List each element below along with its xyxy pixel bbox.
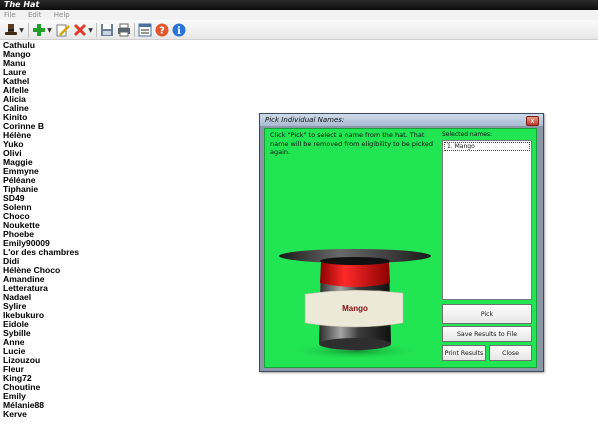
list-item[interactable]: 1. Mango: [444, 142, 530, 151]
info-icon: i: [172, 23, 186, 37]
save-icon: [101, 24, 113, 36]
save-button[interactable]: [99, 22, 115, 38]
menu-file[interactable]: File: [4, 10, 16, 20]
add-name-button[interactable]: ▼: [31, 22, 53, 38]
hat-icon: [5, 24, 18, 35]
dialog-body: Click "Pick" to select a name from the h…: [264, 128, 537, 368]
help-icon: ?: [155, 23, 169, 37]
save-results-button[interactable]: Save Results to File: [442, 326, 532, 342]
svg-text:?: ?: [159, 26, 165, 37]
names-list: Cathulu Mango Manu Laure Kathel Aifelle Alicia…: [3, 41, 79, 419]
list-button[interactable]: [137, 22, 153, 38]
svg-text:i: i: [177, 26, 181, 37]
app-title: The Hat: [4, 0, 40, 9]
app-title-bar: The Hat: [0, 0, 598, 10]
print-button[interactable]: [116, 22, 132, 38]
info-button[interactable]: i: [171, 22, 187, 38]
delete-icon: [74, 23, 87, 37]
help-button[interactable]: ?: [154, 22, 170, 38]
edit-button[interactable]: [55, 22, 71, 38]
dialog-close-button[interactable]: x: [526, 116, 539, 126]
dialog-title: Pick Individual Names:: [260, 114, 543, 126]
chevron-down-icon: ▼: [19, 26, 24, 34]
pick-names-dialog: Pick Individual Names: x Click "Pick" to…: [259, 113, 544, 372]
toolbar: ▼ ▼ ▼ ? i: [0, 20, 598, 40]
chevron-down-icon: ▼: [88, 26, 93, 34]
list-icon: [138, 23, 152, 37]
instructions-text: Click "Pick" to select a name from the h…: [270, 131, 434, 156]
hat-name-label: Mango: [342, 304, 368, 313]
close-button[interactable]: Close: [489, 345, 532, 361]
selected-names-list[interactable]: 1. Mango: [442, 140, 532, 300]
selected-names-label: Selected names:: [442, 131, 493, 138]
list-item[interactable]: Kerve: [3, 410, 79, 419]
pick-button[interactable]: Pick: [442, 304, 532, 324]
print-icon: [118, 23, 130, 37]
delete-button[interactable]: ▼: [72, 22, 94, 38]
menu-help[interactable]: Help: [54, 10, 70, 20]
menu-edit[interactable]: Edit: [28, 10, 42, 20]
edit-icon: [56, 24, 70, 37]
print-results-button[interactable]: Print Results: [442, 345, 486, 361]
hat-image: Mango: [279, 249, 431, 359]
hat-button[interactable]: ▼: [2, 22, 26, 38]
menu-bar: File Edit Help: [0, 10, 598, 20]
chevron-down-icon: ▼: [47, 26, 52, 34]
add-icon: [33, 24, 46, 36]
